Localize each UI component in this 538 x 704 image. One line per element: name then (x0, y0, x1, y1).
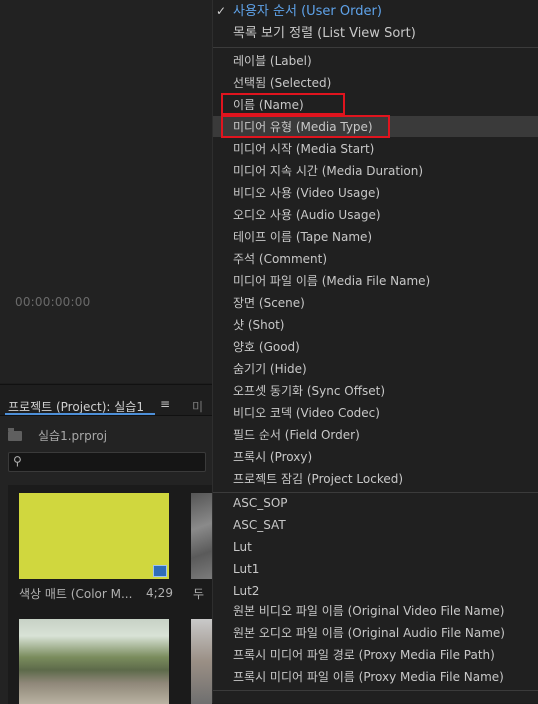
sort-context-menu: ✓ 사용자 순서 (User Order) 목록 보기 정렬 (List Vie… (212, 0, 538, 703)
video-clip-badge-icon (153, 565, 167, 577)
annotation-highlight-box (221, 115, 390, 138)
clip-thumbnail[interactable] (19, 619, 169, 704)
program-monitor: 00:00:00:00 (0, 0, 213, 383)
check-icon: ✓ (216, 4, 227, 18)
color-matte-thumbnail[interactable] (19, 493, 169, 579)
thumbnail-label[interactable]: 두 (193, 585, 204, 602)
timecode-display[interactable]: 00:00:00:00 (15, 295, 90, 309)
menu-item-scene[interactable]: 장면 (Scene) (233, 296, 305, 310)
menu-item-asc-sat[interactable]: ASC_SAT (233, 518, 286, 532)
annotation-highlight-box (221, 93, 345, 115)
project-tab-bar: 프로젝트 (Project): 실습1 ≡ 미 (0, 385, 212, 416)
project-thumbnail-grid: 색상 매트 (Color M... 4;29 두 (8, 485, 212, 704)
search-input[interactable]: ⚲ (8, 452, 206, 472)
menu-item-user-order[interactable]: 사용자 순서 (User Order) (233, 5, 382, 19)
active-tab-indicator (5, 413, 155, 415)
menu-separator (213, 492, 538, 493)
menu-item-media-file-name[interactable]: 미디어 파일 이름 (Media File Name) (233, 274, 430, 288)
menu-item-sync-offset[interactable]: 오프셋 동기화 (Sync Offset) (233, 384, 385, 398)
menu-item-good[interactable]: 양호 (Good) (233, 340, 300, 354)
menu-separator (213, 690, 538, 691)
menu-separator (213, 47, 538, 48)
menu-item-lut[interactable]: Lut (233, 540, 252, 554)
menu-item-selected[interactable]: 선택됨 (Selected) (233, 76, 331, 90)
panel-menu-icon[interactable]: ≡ (160, 397, 170, 411)
menu-item-lut1[interactable]: Lut1 (233, 562, 259, 576)
folder-icon (8, 428, 22, 441)
tab-media-browser[interactable]: 미 (192, 398, 203, 415)
project-panel: 프로젝트 (Project): 실습1 ≡ 미 실습1.prproj ⚲ 색상 … (0, 384, 212, 704)
menu-item-audio-usage[interactable]: 오디오 사용 (Audio Usage) (233, 208, 381, 222)
menu-item-hide[interactable]: 숨기기 (Hide) (233, 362, 307, 376)
menu-item-asc-sop[interactable]: ASC_SOP (233, 496, 288, 510)
menu-item-lut2[interactable]: Lut2 (233, 584, 259, 598)
thumbnail-label[interactable]: 색상 매트 (Color M... (19, 585, 132, 602)
menu-item-label[interactable]: 레이블 (Label) (233, 54, 312, 68)
menu-item-comment[interactable]: 주석 (Comment) (233, 252, 327, 266)
menu-item-shot[interactable]: 샷 (Shot) (233, 318, 285, 332)
menu-item-original-video-file-name[interactable]: 원본 비디오 파일 이름 (Original Video File Name) (233, 604, 505, 618)
thumbnail-duration: 4;29 (146, 586, 173, 600)
menu-item-list-view-sort[interactable]: 목록 보기 정렬 (List View Sort) (233, 27, 416, 41)
menu-item-media-duration[interactable]: 미디어 지속 시간 (Media Duration) (233, 164, 423, 178)
search-icon: ⚲ (13, 454, 22, 468)
menu-item-field-order[interactable]: 필드 순서 (Field Order) (233, 428, 360, 442)
menu-item-tape-name[interactable]: 테이프 이름 (Tape Name) (233, 230, 372, 244)
clip-thumbnail[interactable] (191, 619, 212, 704)
menu-item-original-audio-file-name[interactable]: 원본 오디오 파일 이름 (Original Audio File Name) (233, 626, 505, 640)
menu-item-proxy-media-file-name[interactable]: 프록시 미디어 파일 이름 (Proxy Media File Name) (233, 670, 504, 684)
menu-item-video-codec[interactable]: 비디오 코덱 (Video Codec) (233, 406, 380, 420)
project-file-name: 실습1.prproj (38, 429, 108, 443)
menu-item-proxy-media-file-path[interactable]: 프록시 미디어 파일 경로 (Proxy Media File Path) (233, 648, 495, 662)
menu-item-proxy[interactable]: 프록시 (Proxy) (233, 450, 312, 464)
clip-thumbnail[interactable] (191, 493, 212, 579)
menu-item-project-locked[interactable]: 프로젝트 잠김 (Project Locked) (233, 472, 403, 486)
menu-item-video-usage[interactable]: 비디오 사용 (Video Usage) (233, 186, 380, 200)
menu-item-media-start[interactable]: 미디어 시작 (Media Start) (233, 142, 374, 156)
